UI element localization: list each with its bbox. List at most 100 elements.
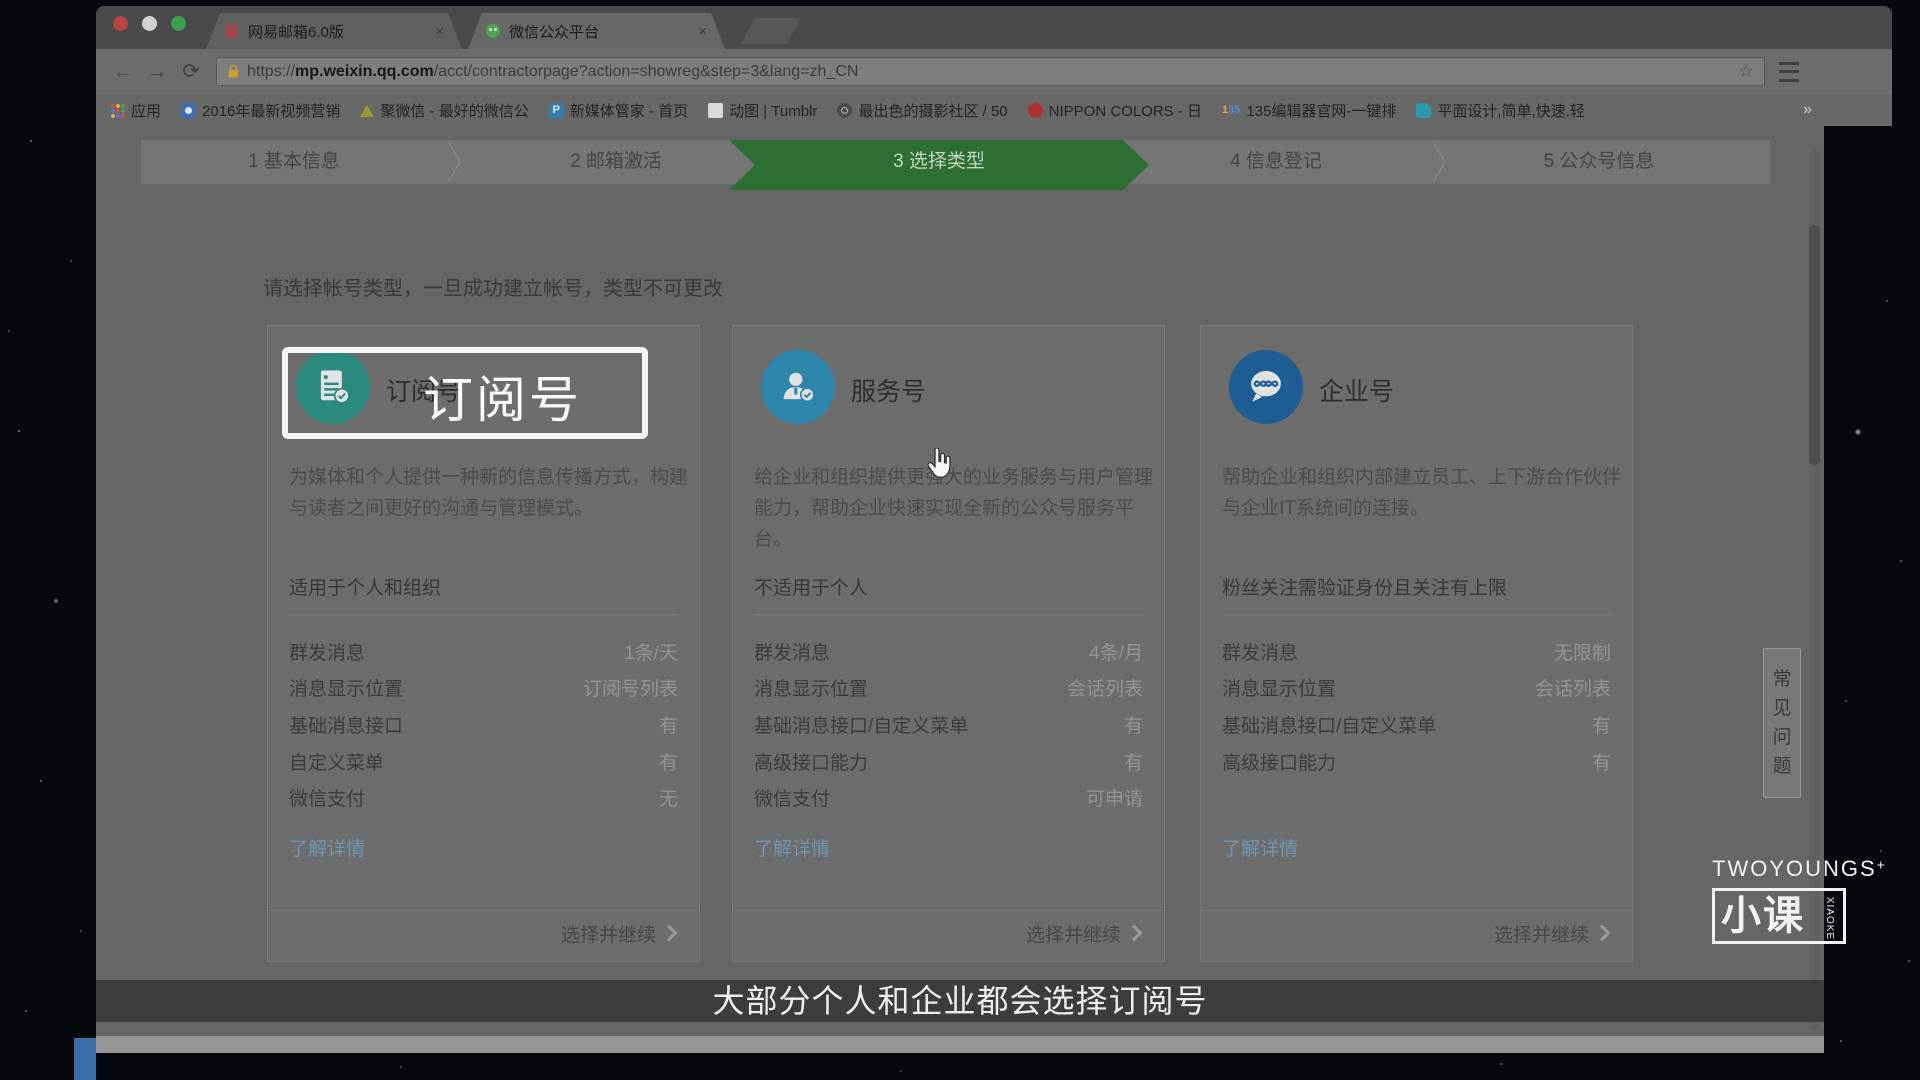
apps-grid-icon <box>110 103 125 118</box>
feature-label: 消息显示位置 <box>289 674 403 701</box>
feature-label: 基础消息接口/自定义菜单 <box>1222 711 1436 738</box>
tab-strip: 易 网易邮箱6.0版 × 微信公众平台 × <box>96 6 1892 49</box>
chevron-right-icon <box>1594 925 1611 942</box>
step-separator-icon <box>1432 140 1448 184</box>
card-title: 企业号 <box>1319 372 1394 408</box>
url-domain: mp.weixin.qq.com <box>295 63 434 80</box>
service-account-icon <box>761 350 835 424</box>
card-description: 帮助企业和组织内部建立员工、上下游合作伙伴与企业IT系统间的连接。 <box>1222 462 1622 524</box>
feature-label: 消息显示位置 <box>754 674 868 701</box>
divider <box>289 614 678 615</box>
continue-label: 选择并继续 <box>1026 925 1121 946</box>
bookmark-apps[interactable]: 应用 <box>110 100 161 121</box>
page-intro-text: 请选择帐号类型，一旦成功建立帐号，类型不可更改 <box>263 272 723 301</box>
editor-135-favicon-icon: 135 <box>1222 104 1240 116</box>
tab-close-icon[interactable]: × <box>698 24 707 39</box>
feature-value: 订阅号列表 <box>583 674 678 701</box>
step-separator-icon <box>447 140 463 184</box>
step-3-choose-type-active: 3 选择类型 <box>729 140 1149 190</box>
choose-and-continue-button[interactable]: 选择并继续 <box>268 910 699 961</box>
card-enterprise-account[interactable]: 企业号 帮助企业和组织内部建立员工、上下游合作伙伴与企业IT系统间的连接。 粉丝… <box>1200 325 1633 962</box>
feature-label: 群发消息 <box>289 638 365 665</box>
zoom-window-button[interactable] <box>171 16 186 31</box>
bookmark-star-icon[interactable]: ☆ <box>1738 61 1754 82</box>
card-description: 给企业和组织提供更强大的业务服务与用户管理能力，帮助企业快速实现全新的公众号服务… <box>754 462 1154 555</box>
feature-row: 群发消息 1条/天 <box>289 633 678 670</box>
continue-label: 选择并继续 <box>561 925 656 946</box>
watermark-side-text: XIAOKE <box>1824 897 1835 940</box>
channel-watermark: TWOYOUNGS+ 小课 XIAOKE <box>1712 856 1882 944</box>
card-subscription-account[interactable]: 订阅号 订阅号 为媒体和个人提供一种新的信息传播方式，构建与读者之间更好的沟通与… <box>267 325 700 962</box>
feature-value: 有 <box>1124 711 1143 738</box>
feature-row: 微信支付无 <box>289 779 678 816</box>
address-bar[interactable]: https://mp.weixin.qq.com/acct/contractor… <box>216 57 1765 86</box>
tab-close-icon[interactable]: × <box>435 24 444 39</box>
minimize-window-button[interactable] <box>142 16 157 31</box>
netease-favicon-icon: 易 <box>224 21 239 42</box>
bookmark-tumblr[interactable]: 动图 | Tumblr <box>708 100 817 121</box>
feature-value: 1条/天 <box>624 638 678 665</box>
page-bottom-strip <box>96 1036 1824 1053</box>
video-marketing-favicon-icon <box>181 103 196 118</box>
learn-more-link[interactable]: 了解详情 <box>289 834 365 861</box>
feature-label: 高级接口能力 <box>1222 748 1336 775</box>
feature-row: 消息显示位置 订阅号列表 <box>289 670 678 707</box>
watermark-plus-sign: + <box>1877 857 1885 873</box>
feature-label: 消息显示位置 <box>1222 674 1336 701</box>
bookmark-xinmeiti[interactable]: P新媒体管家 - 首页 <box>549 100 688 121</box>
https-lock-icon <box>227 64 240 79</box>
feature-label: 群发消息 <box>1222 638 1298 665</box>
bookmark-label: 新媒体管家 - 首页 <box>570 100 688 121</box>
choose-and-continue-button[interactable]: 选择并继续 <box>733 910 1164 961</box>
tab-wechat-mp[interactable]: 微信公众平台 × <box>468 13 725 49</box>
bookmark-graphic-design[interactable]: 平面设计,简单,快速,轻 <box>1416 100 1585 121</box>
desktop-background-stars <box>0 0 2 2</box>
step-5-account-info: 5 公众号信息 <box>1544 140 1655 184</box>
card-service-account[interactable]: 服务号 给企业和组织提供更强大的业务服务与用户管理能力，帮助企业快速实现全新的公… <box>732 325 1165 962</box>
video-subtitle-text: 大部分个人和企业都会选择订阅号 <box>712 983 1207 1019</box>
feature-row: 微信支付可申请 <box>754 779 1143 816</box>
feature-row: 群发消息4条/月 <box>754 633 1143 670</box>
browser-window: 易 网易邮箱6.0版 × 微信公众平台 × ← → ⟳ https://mp.w… <box>96 6 1892 1080</box>
feature-table: 群发消息无限制 消息显示位置会话列表 基础消息接口/自定义菜单有 高级接口能力有 <box>1222 633 1611 779</box>
learn-more-link[interactable]: 了解详情 <box>1222 834 1298 861</box>
enterprise-account-icon <box>1229 350 1303 424</box>
screen: 易 网易邮箱6.0版 × 微信公众平台 × ← → ⟳ https://mp.w… <box>0 0 1920 1080</box>
feature-row: 高级接口能力有 <box>754 743 1143 780</box>
bookmark-juweixin[interactable]: 聚微信 - 最好的微信公 <box>360 100 528 121</box>
step-2-email-activation: 2 邮箱激活 <box>570 140 662 184</box>
feature-row: 消息显示位置会话列表 <box>754 670 1143 707</box>
bookmark-135-editor[interactable]: 135 135编辑器官网-一键排 <box>1222 100 1396 121</box>
new-tab-button[interactable] <box>741 18 801 44</box>
refresh-button[interactable]: ⟳ <box>174 59 208 84</box>
faq-side-tab[interactable]: 常见问题 <box>1763 648 1801 798</box>
page-viewport: 1 基本信息 2 邮箱激活 4 信息登记 5 公众号信息 3 选择类型 请选择帐… <box>96 126 1824 1053</box>
feature-table: 群发消息4条/月 消息显示位置会话列表 基础消息接口/自定义菜单有 高级接口能力… <box>754 633 1143 816</box>
feature-value: 有 <box>659 711 678 738</box>
browser-menu-icon[interactable] <box>1779 62 1799 82</box>
url-path: /acct/contractorpage?action=showreg&step… <box>434 63 859 80</box>
bookmark-photo-community[interactable]: 最出色的摄影社区 / 50 <box>837 100 1007 121</box>
bookmark-label: NIPPON COLORS - 日 <box>1049 100 1202 121</box>
desktop-dock-artifact <box>74 1038 96 1080</box>
juweixin-favicon-icon <box>360 105 374 117</box>
card-suitability-note: 适用于个人和组织 <box>289 573 441 600</box>
bookmark-label: 135编辑器官网-一键排 <box>1246 100 1396 121</box>
tab-title: 微信公众平台 <box>509 21 599 42</box>
page-scrollbar-thumb[interactable] <box>1809 225 1820 465</box>
feature-label: 群发消息 <box>754 638 830 665</box>
step-4-info-registration: 4 信息登记 <box>1230 140 1322 184</box>
forward-button[interactable]: → <box>140 60 174 84</box>
card-title: 服务号 <box>851 372 926 408</box>
back-button[interactable]: ← <box>106 60 140 84</box>
learn-more-link[interactable]: 了解详情 <box>754 834 830 861</box>
bookmark-video-marketing[interactable]: 2016年最新视频营销 <box>181 100 340 121</box>
faq-tab-label: 常见问题 <box>1772 665 1792 781</box>
feature-table: 群发消息1条/天 消息显示位置订阅号列表 基础消息接口有 自定义菜单有 微信支付… <box>289 633 678 816</box>
bookmark-nippon-colors[interactable]: NIPPON COLORS - 日 <box>1028 100 1202 121</box>
tab-netease-mail[interactable]: 易 网易邮箱6.0版 × <box>206 13 462 49</box>
close-window-button[interactable] <box>113 16 128 31</box>
url-protocol: https:// <box>247 63 295 80</box>
choose-and-continue-button[interactable]: 选择并继续 <box>1201 910 1632 961</box>
bookmarks-overflow-chevron-icon[interactable]: » <box>1803 101 1812 119</box>
